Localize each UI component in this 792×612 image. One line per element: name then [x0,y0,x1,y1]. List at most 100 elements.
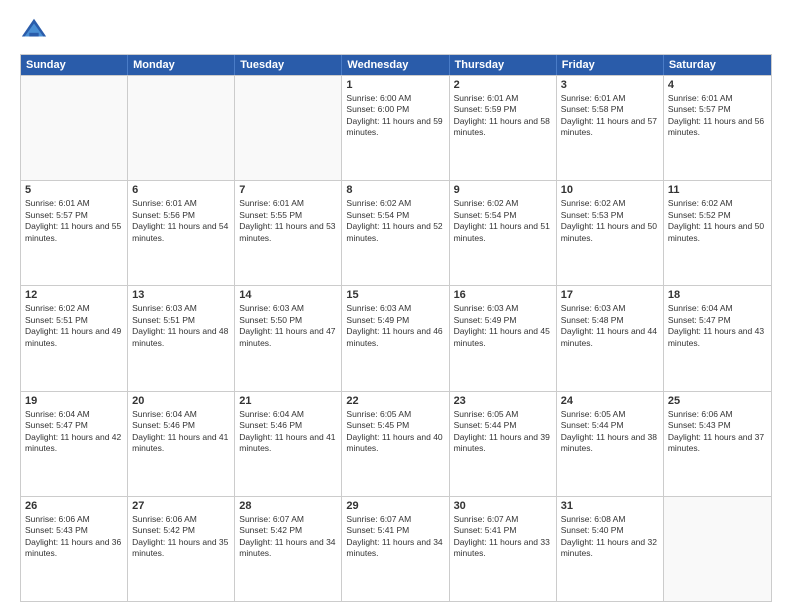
cell-info: Sunrise: 6:01 AMSunset: 5:57 PMDaylight:… [668,93,767,139]
cell-date: 26 [25,500,123,512]
day-header-tuesday: Tuesday [235,55,342,75]
cell-date: 27 [132,500,230,512]
cell-info: Sunrise: 6:04 AMSunset: 5:46 PMDaylight:… [132,409,230,455]
cal-cell [235,76,342,180]
cell-date: 13 [132,289,230,301]
cal-cell: 2 Sunrise: 6:01 AMSunset: 5:59 PMDaylight… [450,76,557,180]
logo-icon [20,16,48,44]
cal-cell: 25Sunrise: 6:06 AMSunset: 5:43 PMDayligh… [664,392,771,496]
cell-info: Sunrise: 6:07 AMSunset: 5:41 PMDaylight:… [346,514,444,560]
cal-cell: 27 Sunrise: 6:06 AMSunset: 5:42 PMDayligh… [128,497,235,601]
cal-cell: 18Sunrise: 6:04 AMSunset: 5:47 PMDayligh… [664,286,771,390]
day-header-friday: Friday [557,55,664,75]
cell-date: 30 [454,500,552,512]
cell-date: 4 [668,79,767,91]
cell-info: Sunrise: 6:02 AMSunset: 5:52 PMDaylight:… [668,198,767,244]
cal-cell: 19 Sunrise: 6:04 AMSunset: 5:47 PMDayligh… [21,392,128,496]
week-row-4: 19 Sunrise: 6:04 AMSunset: 5:47 PMDayligh… [21,391,771,496]
cell-info: Sunrise: 6:06 AMSunset: 5:43 PMDaylight:… [25,514,123,560]
cal-cell: 10 Sunrise: 6:02 AMSunset: 5:53 PMDayligh… [557,181,664,285]
cal-cell: 16 Sunrise: 6:03 AMSunset: 5:49 PMDayligh… [450,286,557,390]
cal-cell: 26 Sunrise: 6:06 AMSunset: 5:43 PMDayligh… [21,497,128,601]
cell-info: Sunrise: 6:03 AMSunset: 5:51 PMDaylight:… [132,303,230,349]
cell-info: Sunrise: 6:05 AMSunset: 5:44 PMDaylight:… [454,409,552,455]
cell-info: Sunrise: 6:04 AMSunset: 5:46 PMDaylight:… [239,409,337,455]
cell-info: Sunrise: 6:03 AMSunset: 5:50 PMDaylight:… [239,303,337,349]
cal-cell: 22 Sunrise: 6:05 AMSunset: 5:45 PMDayligh… [342,392,449,496]
cell-date: 9 [454,184,552,196]
cell-date: 2 [454,79,552,91]
cal-cell: 3Sunrise: 6:01 AMSunset: 5:58 PMDaylight… [557,76,664,180]
cell-date: 7 [239,184,337,196]
cell-info: Sunrise: 6:02 AMSunset: 5:54 PMDaylight:… [346,198,444,244]
header [20,16,772,44]
page: SundayMondayTuesdayWednesdayThursdayFrid… [0,0,792,612]
cal-cell: 24 Sunrise: 6:05 AMSunset: 5:44 PMDayligh… [557,392,664,496]
cell-date: 22 [346,395,444,407]
cell-info: Sunrise: 6:08 AMSunset: 5:40 PMDaylight:… [561,514,659,560]
cell-date: 19 [25,395,123,407]
day-header-saturday: Saturday [664,55,771,75]
week-row-3: 12 Sunrise: 6:02 AMSunset: 5:51 PMDayligh… [21,285,771,390]
cell-info: Sunrise: 6:05 AMSunset: 5:45 PMDaylight:… [346,409,444,455]
cal-cell: 9 Sunrise: 6:02 AMSunset: 5:54 PMDaylight… [450,181,557,285]
day-header-sunday: Sunday [21,55,128,75]
day-header-thursday: Thursday [450,55,557,75]
cell-info: Sunrise: 6:03 AMSunset: 5:48 PMDaylight:… [561,303,659,349]
cal-cell: 17Sunrise: 6:03 AMSunset: 5:48 PMDayligh… [557,286,664,390]
calendar-body: 1 Sunrise: 6:00 AMSunset: 6:00 PMDaylight… [21,75,771,601]
cal-cell: 11 Sunrise: 6:02 AMSunset: 5:52 PMDayligh… [664,181,771,285]
cell-info: Sunrise: 6:01 AMSunset: 5:55 PMDaylight:… [239,198,337,244]
cal-cell: 13 Sunrise: 6:03 AMSunset: 5:51 PMDayligh… [128,286,235,390]
cell-date: 1 [346,79,444,91]
cell-date: 3 [561,79,659,91]
cal-cell: 30Sunrise: 6:07 AMSunset: 5:41 PMDayligh… [450,497,557,601]
day-header-monday: Monday [128,55,235,75]
calendar: SundayMondayTuesdayWednesdayThursdayFrid… [20,54,772,602]
cal-cell: 21Sunrise: 6:04 AMSunset: 5:46 PMDayligh… [235,392,342,496]
cell-info: Sunrise: 6:01 AMSunset: 5:56 PMDaylight:… [132,198,230,244]
cell-date: 28 [239,500,337,512]
cal-cell [664,497,771,601]
cell-info: Sunrise: 6:03 AMSunset: 5:49 PMDaylight:… [346,303,444,349]
cal-cell [128,76,235,180]
cell-info: Sunrise: 6:04 AMSunset: 5:47 PMDaylight:… [25,409,123,455]
cell-info: Sunrise: 6:02 AMSunset: 5:54 PMDaylight:… [454,198,552,244]
cal-cell: 15Sunrise: 6:03 AMSunset: 5:49 PMDayligh… [342,286,449,390]
cell-date: 24 [561,395,659,407]
cell-info: Sunrise: 6:05 AMSunset: 5:44 PMDaylight:… [561,409,659,455]
cell-date: 14 [239,289,337,301]
cal-cell: 20Sunrise: 6:04 AMSunset: 5:46 PMDayligh… [128,392,235,496]
logo [20,16,52,44]
cell-date: 29 [346,500,444,512]
cell-date: 12 [25,289,123,301]
cell-info: Sunrise: 6:00 AMSunset: 6:00 PMDaylight:… [346,93,444,139]
cell-date: 11 [668,184,767,196]
cell-date: 18 [668,289,767,301]
day-header-wednesday: Wednesday [342,55,449,75]
cal-cell: 12 Sunrise: 6:02 AMSunset: 5:51 PMDayligh… [21,286,128,390]
cal-cell: 28 Sunrise: 6:07 AMSunset: 5:42 PMDayligh… [235,497,342,601]
cal-cell [21,76,128,180]
cal-cell: 4 Sunrise: 6:01 AMSunset: 5:57 PMDaylight… [664,76,771,180]
cell-date: 16 [454,289,552,301]
calendar-header: SundayMondayTuesdayWednesdayThursdayFrid… [21,55,771,75]
cell-info: Sunrise: 6:03 AMSunset: 5:49 PMDaylight:… [454,303,552,349]
cal-cell: 29 Sunrise: 6:07 AMSunset: 5:41 PMDayligh… [342,497,449,601]
cal-cell: 8Sunrise: 6:02 AMSunset: 5:54 PMDaylight… [342,181,449,285]
week-row-2: 5Sunrise: 6:01 AMSunset: 5:57 PMDaylight… [21,180,771,285]
cell-date: 23 [454,395,552,407]
cell-info: Sunrise: 6:01 AMSunset: 5:57 PMDaylight:… [25,198,123,244]
cell-info: Sunrise: 6:06 AMSunset: 5:43 PMDaylight:… [668,409,767,455]
cal-cell: 1 Sunrise: 6:00 AMSunset: 6:00 PMDaylight… [342,76,449,180]
cell-info: Sunrise: 6:02 AMSunset: 5:51 PMDaylight:… [25,303,123,349]
cell-info: Sunrise: 6:01 AMSunset: 5:59 PMDaylight:… [454,93,552,139]
cell-info: Sunrise: 6:07 AMSunset: 5:42 PMDaylight:… [239,514,337,560]
cell-date: 10 [561,184,659,196]
cell-date: 31 [561,500,659,512]
week-row-1: 1 Sunrise: 6:00 AMSunset: 6:00 PMDaylight… [21,75,771,180]
cell-info: Sunrise: 6:02 AMSunset: 5:53 PMDaylight:… [561,198,659,244]
cal-cell: 14 Sunrise: 6:03 AMSunset: 5:50 PMDayligh… [235,286,342,390]
cell-info: Sunrise: 6:06 AMSunset: 5:42 PMDaylight:… [132,514,230,560]
cal-cell: 5Sunrise: 6:01 AMSunset: 5:57 PMDaylight… [21,181,128,285]
